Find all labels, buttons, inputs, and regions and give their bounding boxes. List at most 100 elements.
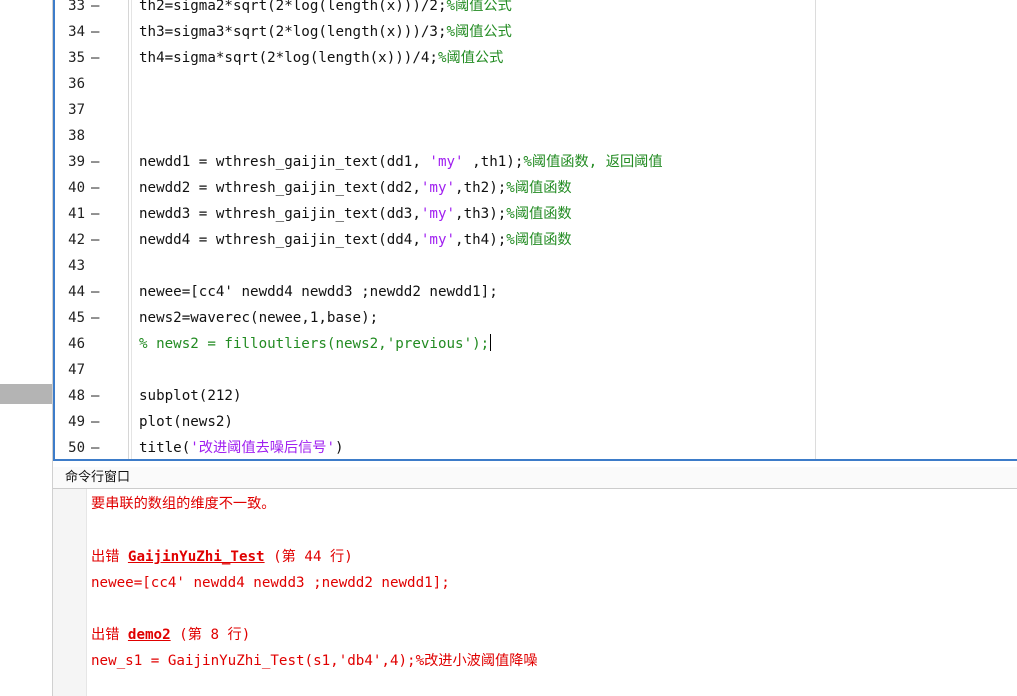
left-panel xyxy=(0,0,52,696)
code-line[interactable]: 47 xyxy=(55,357,1017,383)
code-text[interactable]: newdd2 = wthresh_gaijin_text(dd2,'my',th… xyxy=(139,175,572,201)
code-line[interactable]: 43 xyxy=(55,253,1017,279)
line-number: 46 xyxy=(68,336,85,352)
error-location[interactable]: (第 8 行) xyxy=(171,627,250,643)
error-trace-line-2: 出错 demo2 (第 8 行) xyxy=(91,624,250,646)
breakpoint-marker[interactable]: — xyxy=(91,0,99,19)
breakpoint-marker[interactable]: — xyxy=(91,45,99,71)
code-token: ,th1); xyxy=(463,154,524,170)
breakpoint-marker[interactable]: — xyxy=(91,149,99,175)
code-line[interactable]: 40 — newdd2 = wthresh_gaijin_text(dd2,'my'… xyxy=(55,175,1017,201)
breakpoint-marker[interactable]: — xyxy=(91,305,99,331)
code-line[interactable]: 33 — th2=sigma2*sqrt(2*log(length(x)))/2;%… xyxy=(55,0,1017,19)
line-number: 38 xyxy=(68,128,85,144)
code-line[interactable]: 48 — subplot(212) xyxy=(55,383,1017,409)
code-text[interactable]: % news2 = filloutliers(news2,'previous')… xyxy=(139,331,492,357)
code-token: ,th4); xyxy=(455,232,507,248)
code-comment: %阈值函数 xyxy=(506,206,572,222)
code-token: plot(news2) xyxy=(139,414,233,430)
error-location[interactable]: (第 44 行) xyxy=(265,549,353,565)
code-text[interactable]: newdd1 = wthresh_gaijin_text(dd1, 'my' ,… xyxy=(139,149,663,175)
code-comment: %阈值函数 xyxy=(506,180,572,196)
code-string: '改进阈值去噪后信号' xyxy=(190,440,336,456)
code-token: ,th3); xyxy=(455,206,507,222)
command-window[interactable]: 要串联的数组的维度不一致。 出错 GaijinYuZhi_Test (第 44 … xyxy=(53,489,1017,696)
code-token: newdd4 = wthresh_gaijin_text(dd4, xyxy=(139,232,421,248)
breakpoint-marker[interactable]: — xyxy=(91,435,99,461)
line-number: 50 xyxy=(68,440,85,456)
error-link-gaijinyuzhi-test[interactable]: GaijinYuZhi_Test xyxy=(128,549,265,565)
code-line[interactable]: 37 xyxy=(55,97,1017,123)
code-text[interactable]: newdd4 = wthresh_gaijin_text(dd4,'my',th… xyxy=(139,227,572,253)
error-message: 要串联的数组的维度不一致。 xyxy=(91,496,276,512)
line-number: 39 xyxy=(68,154,85,170)
line-number: 44 xyxy=(68,284,85,300)
code-token: th3=sigma3*sqrt(2*log(length(x)))/3; xyxy=(139,24,447,40)
code-token: ,th2); xyxy=(455,180,507,196)
code-line[interactable]: 36 xyxy=(55,71,1017,97)
code-string: 'my' xyxy=(429,154,464,170)
code-token: newdd2 = wthresh_gaijin_text(dd2, xyxy=(139,180,421,196)
code-comment: %阈值公式 xyxy=(446,24,512,40)
code-text[interactable]: th2=sigma2*sqrt(2*log(length(x)))/2;%阈值公… xyxy=(139,0,512,19)
code-comment: %阈值函数, 返回阈值 xyxy=(523,154,663,170)
code-text[interactable]: title('改进阈值去噪后信号') xyxy=(139,435,344,461)
code-line[interactable]: 45 — news2=waverec(newee,1,base); xyxy=(55,305,1017,331)
code-token: th4=sigma*sqrt(2*log(length(x)))/4; xyxy=(139,50,438,66)
code-text[interactable]: newee=[cc4' newdd4 newdd3 ;newdd2 newdd1… xyxy=(139,279,498,305)
code-line[interactable]: 41 — newdd3 = wthresh_gaijin_text(dd3,'my'… xyxy=(55,201,1017,227)
code-line[interactable]: 44 — newee=[cc4' newdd4 newdd3 ;newdd2 new… xyxy=(55,279,1017,305)
line-number: 37 xyxy=(68,102,85,118)
editor-bottom-border xyxy=(55,459,1017,461)
code-editor[interactable]: 33 — th2=sigma2*sqrt(2*log(length(x)))/2;%… xyxy=(53,0,1017,461)
code-comment: %阈值函数 xyxy=(506,232,572,248)
line-number: 48 xyxy=(68,388,85,404)
line-number: 35 xyxy=(68,50,85,66)
code-token: th2=sigma2*sqrt(2*log(length(x)))/2; xyxy=(139,0,447,14)
code-line[interactable]: 49 — plot(news2) xyxy=(55,409,1017,435)
code-token: ) xyxy=(335,440,344,456)
code-token: newdd1 = wthresh_gaijin_text(dd1, xyxy=(139,154,430,170)
line-number: 33 xyxy=(68,0,85,14)
breakpoint-marker[interactable]: — xyxy=(91,175,99,201)
breakpoint-marker[interactable]: — xyxy=(91,227,99,253)
code-text[interactable]: plot(news2) xyxy=(139,409,233,435)
code-line[interactable]: 42 — newdd4 = wthresh_gaijin_text(dd4,'my'… xyxy=(55,227,1017,253)
code-line[interactable]: 34 — th3=sigma3*sqrt(2*log(length(x)))/3;%… xyxy=(55,19,1017,45)
text-caret xyxy=(490,334,492,351)
code-text[interactable]: th3=sigma3*sqrt(2*log(length(x)))/3;%阈值公… xyxy=(139,19,512,45)
panel-scroll-handle[interactable] xyxy=(0,384,52,404)
code-line[interactable]: 35 — th4=sigma*sqrt(2*log(length(x)))/4;%阈… xyxy=(55,45,1017,71)
code-text[interactable]: newdd3 = wthresh_gaijin_text(dd3,'my',th… xyxy=(139,201,572,227)
code-token: subplot(212) xyxy=(139,388,242,404)
line-number: 34 xyxy=(68,24,85,40)
code-string: 'my' xyxy=(420,206,456,222)
command-window-title: 命令行窗口 xyxy=(53,467,1017,489)
code-text[interactable]: news2=waverec(newee,1,base); xyxy=(139,305,378,331)
breakpoint-marker[interactable]: — xyxy=(91,383,99,409)
error-prefix: 出错 xyxy=(91,627,128,643)
code-line[interactable]: 38 xyxy=(55,123,1017,149)
breakpoint-marker[interactable]: — xyxy=(91,409,99,435)
error-code-line-2: new_s1 = GaijinYuZhi_Test(s1,'db4',4);%改… xyxy=(91,653,538,669)
error-code-line-1: newee=[cc4' newdd4 newdd3 ;newdd2 newdd1… xyxy=(91,575,450,591)
line-number: 43 xyxy=(68,258,85,274)
code-string: 'my' xyxy=(420,232,456,248)
code-line[interactable]: 46 % news2 = filloutliers(news2,'previous… xyxy=(55,331,1017,357)
breakpoint-marker[interactable]: — xyxy=(91,279,99,305)
error-link-demo2[interactable]: demo2 xyxy=(128,627,171,643)
code-text[interactable]: th4=sigma*sqrt(2*log(length(x)))/4;%阈值公式 xyxy=(139,45,503,71)
breakpoint-marker[interactable]: — xyxy=(91,19,99,45)
line-number: 40 xyxy=(68,180,85,196)
code-token: title( xyxy=(139,440,191,456)
code-text[interactable]: subplot(212) xyxy=(139,383,242,409)
code-string: 'my' xyxy=(420,180,456,196)
code-comment: %阈值公式 xyxy=(446,0,512,14)
line-number: 45 xyxy=(68,310,85,326)
code-line[interactable]: 50 — title('改进阈值去噪后信号') xyxy=(55,435,1017,461)
line-number: 47 xyxy=(68,362,85,378)
code-token: news2=waverec(newee,1,base); xyxy=(139,310,379,326)
code-line[interactable]: 39 — newdd1 = wthresh_gaijin_text(dd1, 'my… xyxy=(55,149,1017,175)
breakpoint-marker[interactable]: — xyxy=(91,201,99,227)
line-number: 42 xyxy=(68,232,85,248)
